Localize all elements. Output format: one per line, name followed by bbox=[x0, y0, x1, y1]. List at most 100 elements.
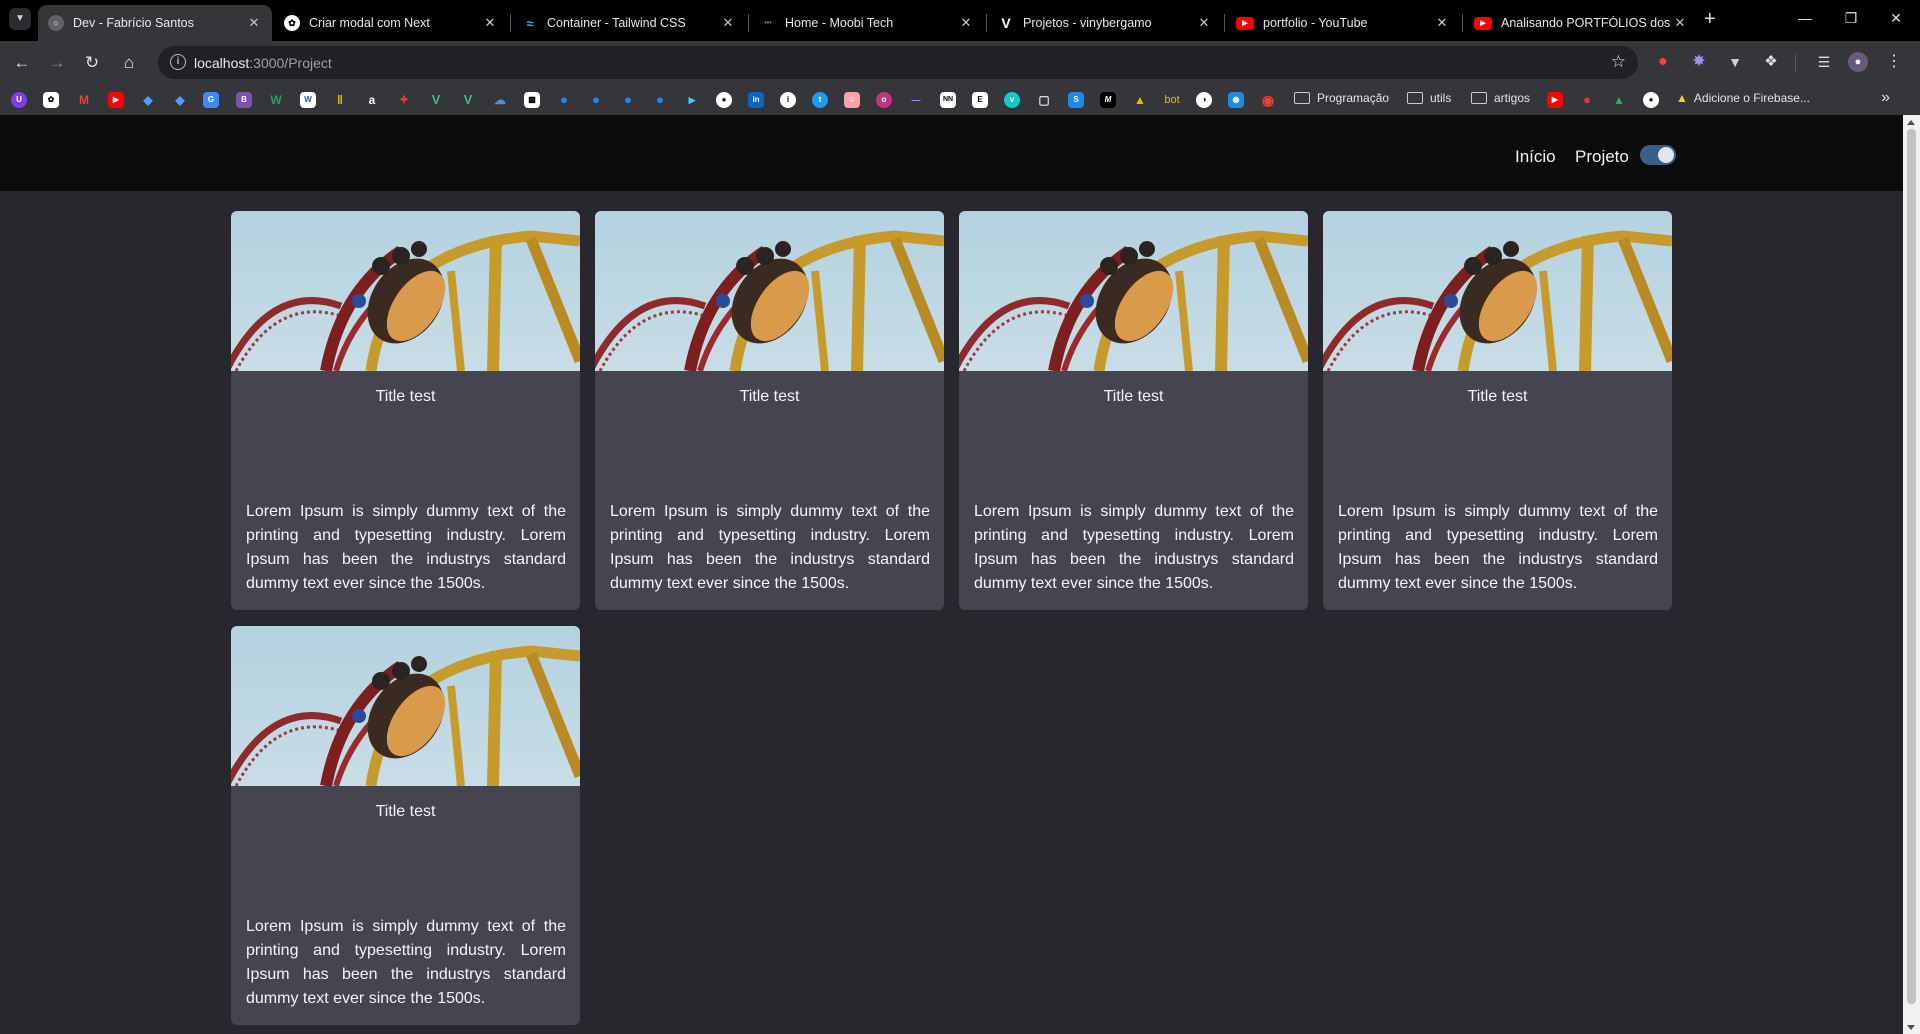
bookmark-w-icon[interactable]: W bbox=[268, 92, 284, 108]
theme-toggle[interactable] bbox=[1640, 145, 1676, 165]
menu-kebab-icon[interactable]: ⋮ bbox=[1884, 52, 1904, 72]
reload-button[interactable]: ↻ bbox=[80, 51, 104, 75]
bookmark-bootstrap-icon[interactable]: B bbox=[236, 92, 252, 108]
bookmark-nn-icon[interactable]: NN bbox=[940, 92, 956, 108]
restore-button[interactable]: ❐ bbox=[1841, 10, 1861, 27]
bookmark-diamond-icon[interactable]: ◆ bbox=[172, 92, 188, 108]
bookmark-drop-icon[interactable]: ● bbox=[620, 92, 636, 108]
bookmark-firebase[interactable]: ▲ Adicione o Firebase... bbox=[1676, 91, 1810, 105]
bookmark-square-icon[interactable]: ▩ bbox=[524, 92, 540, 108]
bookmark-linkedin-icon[interactable]: in bbox=[748, 92, 764, 108]
bookmark-star-icon[interactable]: ☆ bbox=[1611, 52, 1626, 72]
v-logo-icon: V bbox=[1001, 15, 1011, 31]
bookmark-vue-icon[interactable]: V bbox=[428, 92, 444, 108]
bookmark-amazon-icon[interactable]: a bbox=[364, 92, 380, 108]
bookmark-cloud-icon[interactable]: ☁ bbox=[492, 92, 508, 108]
close-icon[interactable]: ✕ bbox=[480, 15, 500, 31]
project-card-title: Title test bbox=[1103, 388, 1164, 405]
bookmark-cap-icon[interactable]: ▲ bbox=[1611, 92, 1627, 108]
bookmark-dash-icon[interactable]: — bbox=[908, 92, 924, 108]
bookmark-blue-icon[interactable]: ◉ bbox=[1228, 92, 1244, 108]
bookmark-vue-icon[interactable]: V bbox=[460, 92, 476, 108]
scroll-thumb[interactable] bbox=[1907, 129, 1916, 1004]
bookmark-icon-1[interactable]: U bbox=[11, 92, 27, 108]
bookmark-info-icon[interactable]: i bbox=[780, 92, 796, 108]
close-icon[interactable]: ✕ bbox=[1432, 15, 1452, 31]
bookmark-flutter-icon[interactable]: ▸ bbox=[684, 92, 700, 108]
project-card[interactable]: Title test Lorem Ipsum is simply dummy te… bbox=[231, 626, 580, 1025]
minimize-button[interactable]: — bbox=[1795, 10, 1815, 26]
bookmark-folder-programacao[interactable]: Programação bbox=[1294, 91, 1389, 105]
new-tab-button[interactable]: + bbox=[1704, 8, 1716, 31]
bookmark-circle-icon[interactable]: ◑ bbox=[1196, 92, 1212, 108]
bookmarks-overflow-icon[interactable]: » bbox=[1881, 89, 1890, 107]
bookmark-diamond-icon[interactable]: ◆ bbox=[140, 92, 156, 108]
bookmark-drop-icon[interactable]: ● bbox=[588, 92, 604, 108]
page-scrollbar[interactable] bbox=[1903, 115, 1920, 1034]
bookmark-s-icon[interactable]: S bbox=[1068, 92, 1084, 108]
firebase-icon: ▲ bbox=[1676, 91, 1688, 105]
bookmark-person-icon[interactable]: ✦ bbox=[396, 92, 412, 108]
bookmark-twitter-icon[interactable]: t bbox=[812, 92, 828, 108]
project-card[interactable]: Title test Lorem Ipsum is simply dummy te… bbox=[1323, 211, 1672, 610]
bookmark-chatgpt-icon[interactable]: ✿ bbox=[43, 92, 59, 108]
bookmark-drop-icon[interactable]: ● bbox=[556, 92, 572, 108]
bookmark-v-circle-icon[interactable]: v bbox=[1004, 92, 1020, 108]
bookmark-folder-utils[interactable]: utils bbox=[1407, 91, 1451, 105]
tab-vinybergamo[interactable]: V Projetos - vinybergamo ✕ bbox=[988, 5, 1222, 41]
tab-youtube-analisando[interactable]: ▶ Analisando PORTFÓLIOS dos In ✕ bbox=[1464, 5, 1698, 41]
tab-moobi[interactable]: ••• Home - Moobi Tech ✕ bbox=[750, 5, 984, 41]
forward-button[interactable]: → bbox=[45, 51, 69, 75]
reading-list-icon[interactable]: ☰ bbox=[1814, 52, 1834, 72]
scroll-up-arrow[interactable] bbox=[1907, 120, 1915, 125]
project-card[interactable]: Title test Lorem Ipsum is simply dummy te… bbox=[959, 211, 1308, 610]
extension-gear-icon[interactable]: ✸ bbox=[1689, 52, 1709, 72]
bookmark-github-icon[interactable]: ● bbox=[1643, 92, 1659, 108]
bookmark-chart-icon[interactable]: ‖ bbox=[332, 92, 348, 108]
close-icon[interactable]: ✕ bbox=[1670, 15, 1690, 31]
bookmark-w3-icon[interactable]: W bbox=[300, 92, 316, 108]
nav-link-projeto[interactable]: Projeto bbox=[1575, 147, 1629, 167]
bookmark-gmail-icon[interactable]: M bbox=[76, 92, 92, 108]
bookmark-github-icon[interactable]: ● bbox=[716, 92, 732, 108]
address-bar[interactable]: i localhost:3000/Project ☆ bbox=[158, 46, 1638, 79]
tab-search-button[interactable]: ▼ bbox=[9, 8, 31, 30]
site-info-icon[interactable]: i bbox=[170, 54, 186, 70]
extension-vue-icon[interactable]: ▼ bbox=[1725, 52, 1745, 72]
close-icon[interactable]: ✕ bbox=[244, 15, 264, 31]
bookmark-e-icon[interactable]: E bbox=[972, 92, 988, 108]
back-button[interactable]: ← bbox=[10, 51, 34, 75]
profile-avatar[interactable]: ● bbox=[1848, 52, 1868, 72]
bookmark-folder-artigos[interactable]: artigos bbox=[1471, 91, 1530, 105]
home-button[interactable]: ⌂ bbox=[117, 51, 141, 75]
project-card[interactable]: Title test Lorem Ipsum is simply dummy te… bbox=[595, 211, 944, 610]
bookmark-bot[interactable]: bot bbox=[1158, 92, 1186, 108]
tab-dev-fabricio[interactable]: ○ Dev - Fabrício Santos ✕ bbox=[38, 5, 272, 41]
bookmark-avatar-icon[interactable]: ☺ bbox=[844, 92, 860, 108]
bookmark-m-icon[interactable]: M bbox=[1100, 92, 1116, 108]
bookmark-chrome-icon[interactable]: ◉ bbox=[1260, 92, 1276, 108]
bookmark-box-icon[interactable]: ▢ bbox=[1036, 92, 1052, 108]
globe-icon: ○ bbox=[48, 15, 64, 31]
extension-red-icon[interactable]: ● bbox=[1653, 52, 1673, 72]
bookmark-youtube-icon[interactable]: ▶ bbox=[1547, 92, 1563, 108]
tab-youtube-portfolio[interactable]: ▶ portfolio - YouTube ✕ bbox=[1226, 5, 1460, 41]
bookmark-flame-icon[interactable]: ▲ bbox=[1132, 92, 1148, 108]
window-close-button[interactable]: ✕ bbox=[1886, 10, 1906, 27]
close-icon[interactable]: ✕ bbox=[718, 15, 738, 31]
project-card[interactable]: Title test Lorem Ipsum is simply dummy te… bbox=[231, 211, 580, 610]
bookmark-red-icon[interactable]: ● bbox=[1579, 92, 1595, 108]
bookmark-instagram-icon[interactable]: o bbox=[876, 92, 892, 108]
bookmark-drop-icon[interactable]: ● bbox=[652, 92, 668, 108]
url-text[interactable]: localhost:3000/Project bbox=[194, 55, 332, 71]
bookmark-youtube-icon[interactable]: ▶ bbox=[108, 92, 124, 108]
scroll-down-arrow[interactable] bbox=[1907, 1025, 1915, 1030]
tab-criar-modal[interactable]: ✿ Criar modal com Next ✕ bbox=[274, 5, 508, 41]
bookmark-translate-icon[interactable]: G bbox=[203, 92, 219, 108]
extensions-puzzle-icon[interactable]: ❖ bbox=[1761, 52, 1781, 72]
close-icon[interactable]: ✕ bbox=[1194, 15, 1214, 31]
tab-tailwind[interactable]: ≈ Container - Tailwind CSS ✕ bbox=[512, 5, 746, 41]
toggle-knob bbox=[1658, 147, 1674, 163]
nav-link-inicio[interactable]: Início bbox=[1515, 147, 1556, 167]
close-icon[interactable]: ✕ bbox=[956, 15, 976, 31]
